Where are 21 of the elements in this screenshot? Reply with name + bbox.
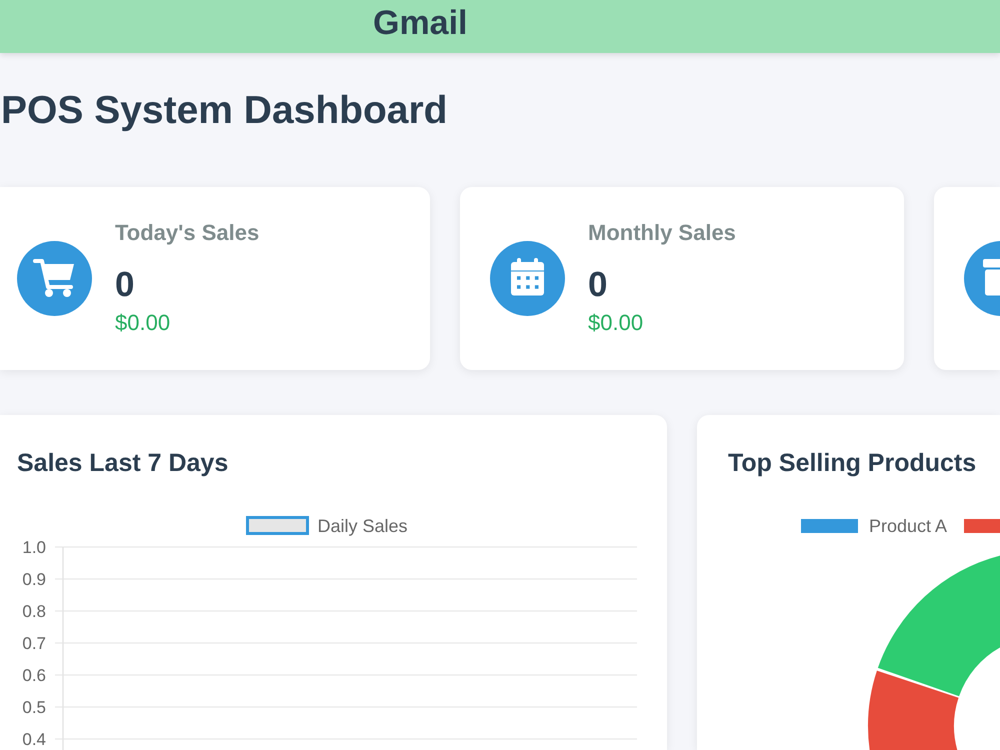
y-tick-label: 0.4 — [22, 730, 46, 749]
y-tick-label: 0.8 — [22, 602, 46, 621]
legend-label: Daily Sales — [317, 514, 408, 537]
chart-title: Sales Last 7 Days — [17, 448, 228, 478]
legend-label: Product A — [869, 514, 948, 537]
header-title: Gmail — [373, 3, 468, 44]
y-tick-label: 0.5 — [22, 698, 46, 717]
y-tick-label: 0.9 — [22, 570, 46, 589]
stat-label: Monthly Sales — [588, 220, 736, 246]
chart-title: Top Selling Products — [728, 448, 976, 478]
stat-label: Today's Sales — [115, 220, 260, 246]
y-tick-label: 1.0 — [22, 538, 46, 557]
y-tick-label: 0.6 — [22, 666, 46, 685]
stat-count: 0 — [115, 264, 134, 306]
calendar-icon — [490, 240, 565, 316]
stat-count: 0 — [588, 264, 608, 306]
stat-amount: $0.00 — [588, 310, 644, 337]
stat-amount: $0.00 — [115, 310, 170, 337]
page-title: POS System Dashboard — [1, 88, 448, 134]
y-tick-label: 0.7 — [22, 634, 46, 653]
cart-icon — [17, 240, 92, 316]
